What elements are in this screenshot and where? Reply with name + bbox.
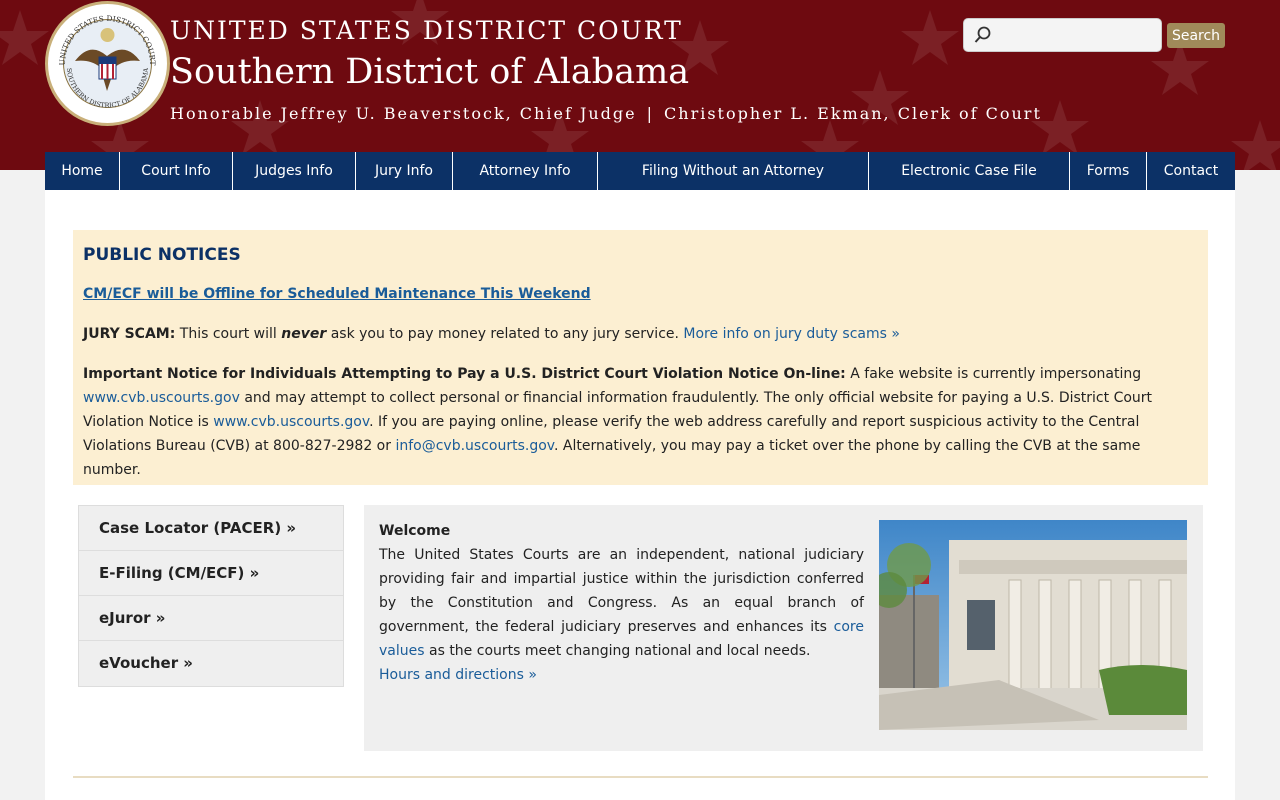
nav-item-attorney-info[interactable]: Attorney Info bbox=[453, 152, 598, 190]
violation-text-a: A fake website is currently impersonatin… bbox=[845, 366, 1142, 382]
magnifier-icon bbox=[974, 26, 991, 43]
public-notices-panel: PUBLIC NOTICES CM/ECF will be Offline fo… bbox=[73, 230, 1208, 485]
search-box[interactable] bbox=[963, 18, 1162, 52]
jury-scam-text-b: ask you to pay money related to any jury… bbox=[326, 326, 684, 342]
welcome-text-a: The United States Courts are an independ… bbox=[379, 547, 864, 635]
quicklink-e-filing[interactable]: E-Filing (CM/ECF) » bbox=[79, 551, 343, 596]
cvb-email-link[interactable]: info@cvb.uscourts.gov bbox=[395, 438, 554, 454]
court-name-line1: UNITED STATES DISTRICT COURT bbox=[170, 16, 683, 45]
quicklink-case-locator[interactable]: Case Locator (PACER) » bbox=[79, 506, 343, 551]
nav-item-court-info[interactable]: Court Info bbox=[120, 152, 233, 190]
jury-scam-label: JURY SCAM: bbox=[83, 326, 176, 342]
nav-item-electronic-case-file[interactable]: Electronic Case File bbox=[869, 152, 1070, 190]
search-button[interactable]: Search bbox=[1167, 23, 1225, 48]
welcome-heading: Welcome bbox=[379, 523, 451, 539]
maintenance-notice-link[interactable]: CM/ECF will be Offline for Scheduled Mai… bbox=[83, 286, 591, 302]
nav-item-jury-info[interactable]: Jury Info bbox=[356, 152, 453, 190]
quick-links-panel: Case Locator (PACER) » E-Filing (CM/ECF)… bbox=[78, 505, 344, 687]
court-name-line2: Southern District of Alabama bbox=[170, 52, 690, 92]
nav-item-home[interactable]: Home bbox=[45, 152, 120, 190]
courthouse-photo bbox=[879, 520, 1187, 730]
violation-notice: Important Notice for Individuals Attempt… bbox=[83, 362, 1198, 482]
clerk-text: Christopher L. Ekman, Clerk of Court bbox=[664, 104, 1042, 123]
jury-scam-notice: JURY SCAM: This court will never ask you… bbox=[83, 322, 1198, 346]
nav-item-contact[interactable]: Contact bbox=[1147, 152, 1235, 190]
nav-item-forms[interactable]: Forms bbox=[1070, 152, 1147, 190]
jury-scam-emphasis: never bbox=[281, 326, 327, 342]
nav-item-judges-info[interactable]: Judges Info bbox=[233, 152, 356, 190]
official-site-link[interactable]: www.cvb.uscourts.gov bbox=[213, 414, 369, 430]
hours-directions-link[interactable]: Hours and directions » bbox=[379, 667, 537, 683]
welcome-paragraph: The United States Courts are an independ… bbox=[379, 543, 864, 663]
officials-separator: | bbox=[646, 104, 655, 123]
fake-site-link[interactable]: www.cvb.uscourts.gov bbox=[83, 390, 240, 406]
nav-item-filing-without-attorney[interactable]: Filing Without an Attorney bbox=[598, 152, 869, 190]
main-nav: Home Court Info Judges Info Jury Info At… bbox=[45, 152, 1235, 190]
welcome-text-b: as the courts meet changing national and… bbox=[424, 643, 811, 659]
court-officials-line: Honorable Jeffrey U. Beaverstock, Chief … bbox=[170, 96, 1042, 132]
quicklink-ejuror[interactable]: eJuror » bbox=[79, 596, 343, 641]
chief-judge-text: Honorable Jeffrey U. Beaverstock, Chief … bbox=[170, 104, 637, 123]
jury-scam-info-link[interactable]: More info on jury duty scams » bbox=[683, 326, 900, 342]
search-input[interactable] bbox=[998, 25, 1153, 47]
court-seal-icon: UNITED STATES DISTRICT COURT SOUTHERN DI… bbox=[45, 1, 170, 126]
welcome-panel: Welcome The United States Courts are an … bbox=[364, 505, 1203, 751]
welcome-text: Welcome The United States Courts are an … bbox=[379, 519, 864, 687]
section-divider bbox=[73, 776, 1208, 778]
jury-scam-text-a: This court will bbox=[175, 326, 282, 342]
main-content: PUBLIC NOTICES CM/ECF will be Offline fo… bbox=[45, 190, 1235, 800]
court-title-block: UNITED STATES DISTRICT COURT Southern Di… bbox=[170, 14, 1042, 132]
header-banner: UNITED STATES DISTRICT COURT SOUTHERN DI… bbox=[0, 0, 1280, 170]
violation-notice-label: Important Notice for Individuals Attempt… bbox=[83, 366, 846, 382]
public-notices-heading: PUBLIC NOTICES bbox=[83, 245, 241, 265]
quicklink-evoucher[interactable]: eVoucher » bbox=[79, 641, 343, 686]
